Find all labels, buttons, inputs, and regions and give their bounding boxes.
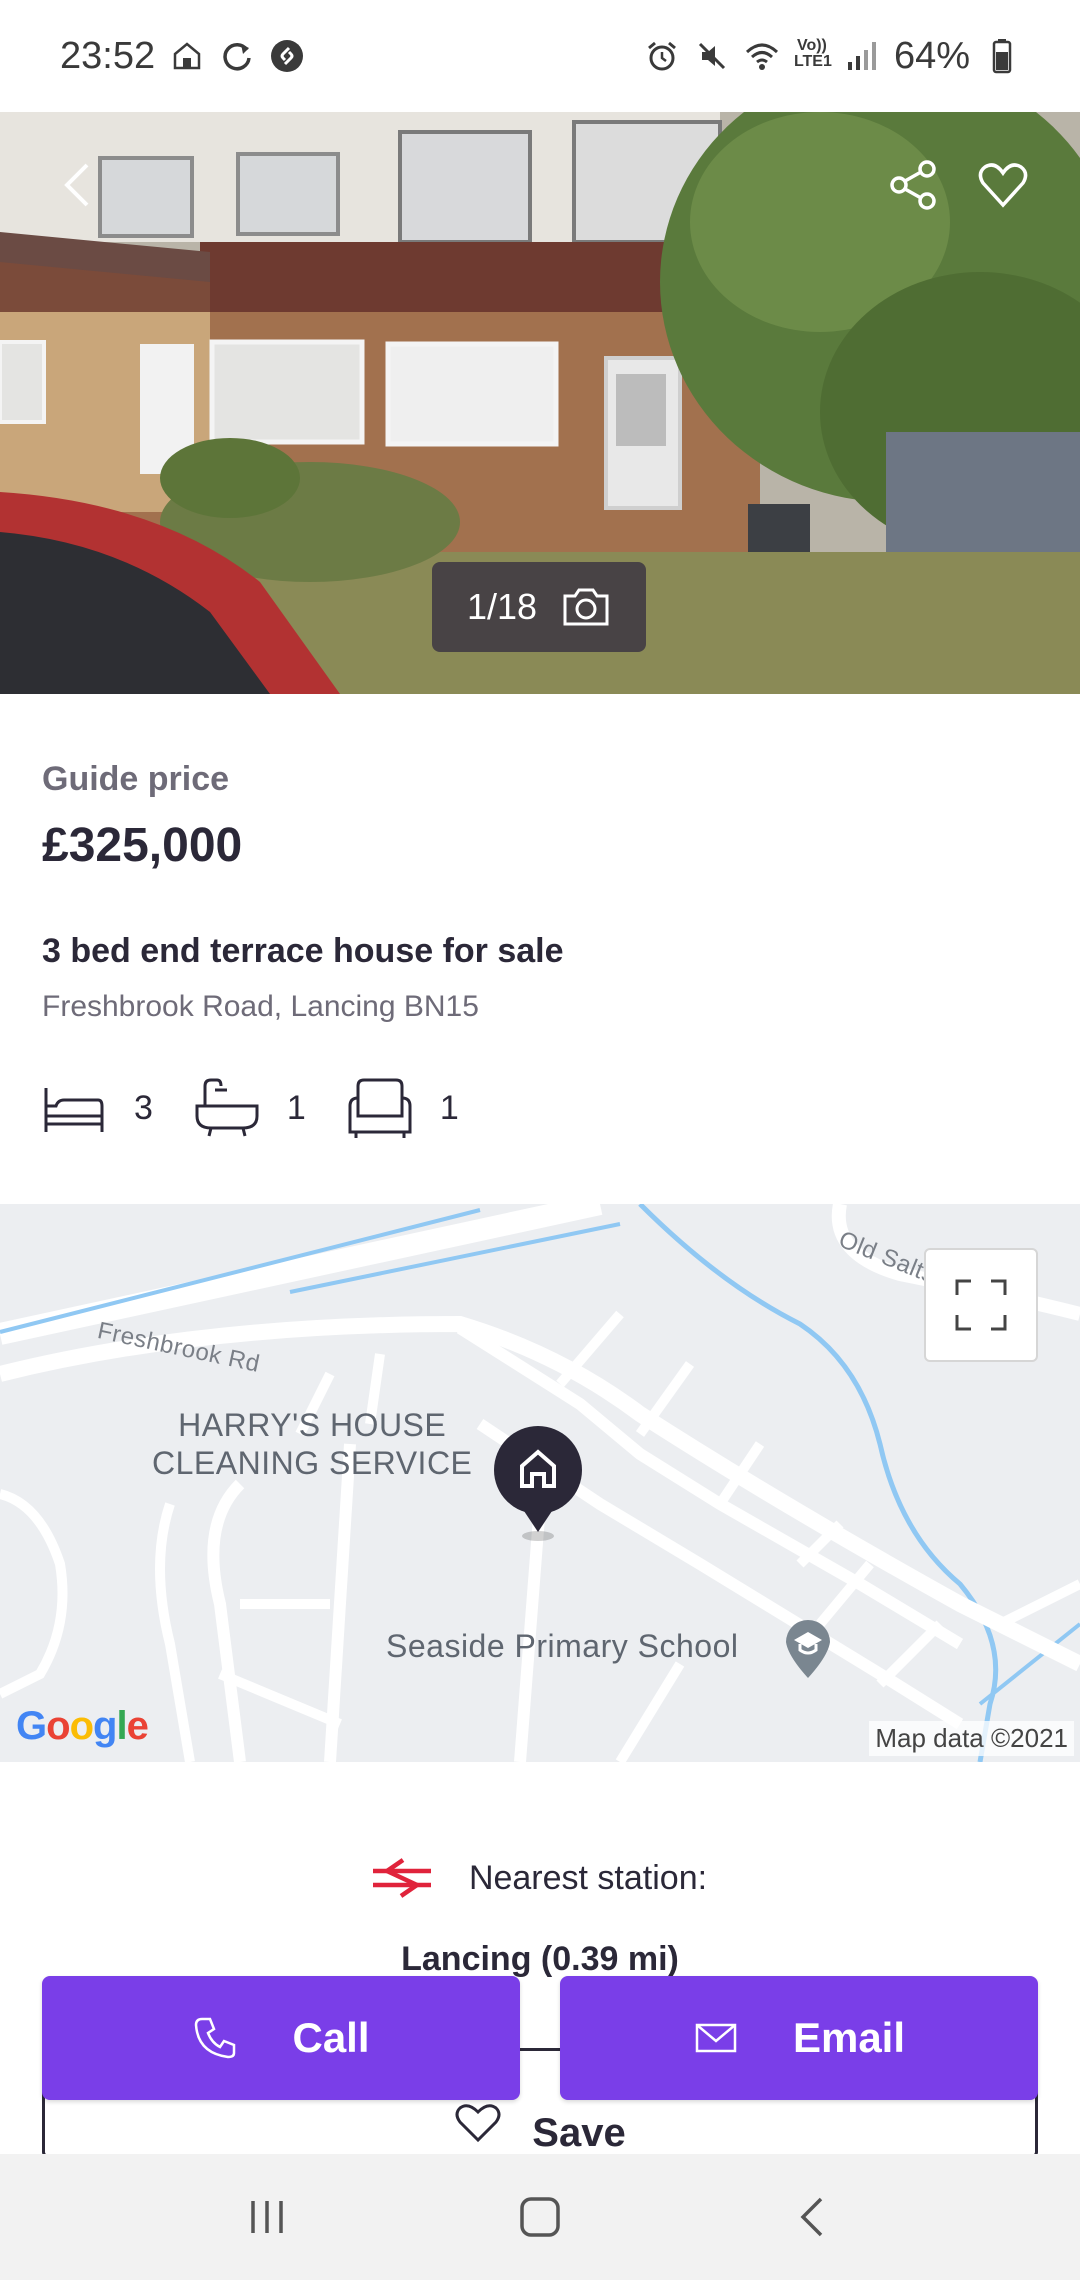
system-nav-bar [0,2154,1080,2280]
map-attribution[interactable]: Map data ©2021 [869,1721,1074,1756]
photo-counter-text: 1/18 [466,586,538,627]
share-button[interactable] [878,150,948,220]
home-button[interactable] [500,2177,580,2257]
school-pin-icon [786,1620,830,1678]
nearest-station-row: Nearest station: [0,1858,1080,1898]
status-bar: 23:52 Vo)) LTE1 64% [0,0,1080,112]
save-label: Save [532,2110,626,2155]
price: £325,000 [42,819,243,872]
poi-harrys-line2: CLEANING SERVICE [152,1445,473,1481]
google-logo: Google [16,1704,149,1748]
envelope-icon [695,2023,737,2053]
back-button[interactable] [44,150,114,220]
wifi-icon [744,38,780,74]
network-type: LTE1 [793,53,832,70]
bathrooms-feature: 1 [195,1076,306,1140]
national-rail-icon [372,1858,431,1898]
signal-icon [844,38,880,74]
favourite-button[interactable] [968,150,1038,220]
fullscreen-icon [955,1279,1007,1331]
property-photo[interactable]: 1/18 [0,112,1080,694]
battery-percent: 64% [893,34,970,77]
bath-icon [195,1078,259,1137]
phone-icon [195,2017,236,2059]
heart-icon [978,163,1028,208]
battery-icon [984,38,1020,74]
call-button[interactable]: Call [42,1976,520,2100]
house-icon [169,38,205,74]
share-icon [890,160,936,210]
heart-outline-icon [455,2104,501,2143]
alarm-icon [644,38,680,74]
shazam-icon [269,38,305,74]
email-button[interactable]: Email [560,1976,1038,2100]
call-label: Call [292,2014,370,2061]
nearest-station-label: Nearest station: [468,1858,708,1897]
status-right: Vo)) LTE1 64% [644,35,1020,78]
poi-seaside-school: Seaside Primary School [386,1628,739,1664]
nearest-station-name: Lancing (0.39 mi) [401,1940,679,1978]
chevron-left-icon [64,163,89,207]
poi-harrys-line1: HARRY'S HOUSE [178,1407,447,1443]
map-expand-button[interactable] [924,1248,1038,1362]
bathrooms-count: 1 [286,1088,306,1127]
home-pin-icon [494,1426,582,1541]
recent-apps-button[interactable] [227,2177,307,2257]
armchair-icon [348,1078,412,1138]
sync-icon [219,38,255,74]
volte-icon: Vo)) LTE1 [793,37,832,70]
photo-counter-button[interactable]: 1/18 [432,562,646,652]
guide-price-label: Guide price [42,760,230,798]
poi-harrys-house: HARRY'S HOUSE CLEANING SERVICE [152,1406,472,1482]
bedrooms-feature: 3 [42,1076,153,1140]
mute-icon [694,38,730,74]
home-square-icon [520,2197,560,2237]
back-chevron-icon [800,2197,823,2237]
listing-title: 3 bed end terrace house for sale [42,932,564,970]
location-map[interactable]: Freshbrook Rd Old Salts HARRY'S HOUSE CL… [0,1204,1080,1762]
listing-address: Freshbrook Road, Lancing BN15 [42,990,479,1023]
reception-feature: 1 [348,1076,459,1140]
status-left: 23:52 [60,35,305,78]
reception-count: 1 [439,1088,459,1127]
system-back-button[interactable] [773,2177,853,2257]
email-label: Email [792,2014,906,2061]
bed-icon [44,1088,104,1132]
recents-icon [250,2201,283,2233]
camera-icon [563,588,609,626]
bedrooms-count: 3 [134,1088,153,1127]
status-time: 23:52 [60,34,156,77]
property-features: 3 1 1 [42,1076,501,1140]
